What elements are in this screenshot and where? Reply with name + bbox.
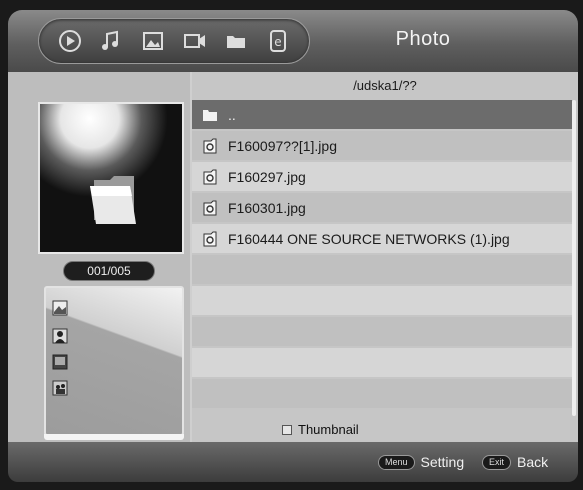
people-thumb-icon <box>52 380 68 396</box>
setting-button[interactable]: Menu Setting <box>378 454 464 470</box>
file-name: F160444 ONE SOURCE NETWORKS (1).jpg <box>228 230 510 247</box>
svg-text:e: e <box>274 35 281 49</box>
landscape-thumb-icon <box>52 300 68 316</box>
preview-panel: 001/005 <box>8 72 190 442</box>
exit-key: Exit <box>482 454 512 470</box>
file-list: .. F160097??[1].jpg F160297.jpg F160301.jpg… <box>192 100 572 416</box>
image-file-icon <box>203 231 217 246</box>
photo-icon[interactable] <box>139 27 167 55</box>
thumbnail-toggle[interactable]: Thumbnail <box>282 422 359 437</box>
empty-row <box>192 348 572 377</box>
image-file-icon <box>203 200 217 215</box>
back-label: Back <box>517 454 549 470</box>
folder-icon[interactable] <box>222 27 250 55</box>
file-row[interactable]: F160444 ONE SOURCE NETWORKS (1).jpg <box>192 224 572 253</box>
file-name: F160297.jpg <box>228 168 306 185</box>
preview-image <box>38 102 184 254</box>
browser-body: 001/005 /udska1/?? .. F160097??[1].jpg F16… <box>8 72 578 442</box>
ebook-icon[interactable]: e <box>264 27 292 55</box>
footer-bar: Menu Setting Exit Back <box>8 442 578 482</box>
image-file-icon <box>203 169 217 184</box>
page-title: Photo <box>395 28 451 50</box>
media-category-bar: e <box>38 18 310 64</box>
file-row[interactable]: .. <box>192 100 572 129</box>
current-path: /udska1/?? <box>353 78 417 93</box>
thumbnail-strip-edge <box>44 434 184 440</box>
empty-row <box>192 286 572 315</box>
file-browser: /udska1/?? .. F160097??[1].jpg F160297.jpg… <box>192 72 578 442</box>
empty-row <box>192 379 572 408</box>
file-row[interactable]: F160297.jpg <box>192 162 572 191</box>
screen-frame: e Photo 001/005 /udska1/?? .. F160097??[… <box>0 0 583 490</box>
music-icon[interactable] <box>97 27 125 55</box>
thumbnail-label: Thumbnail <box>298 422 359 437</box>
image-thumb-icon <box>52 354 68 370</box>
thumbnail-strip <box>44 286 184 436</box>
back-button[interactable]: Exit Back <box>482 454 548 470</box>
portrait-thumb-icon <box>52 328 68 344</box>
folder-icon <box>203 109 217 121</box>
file-counter: 001/005 <box>63 261 155 281</box>
thumbnail-checkbox[interactable] <box>282 424 292 435</box>
empty-row <box>192 317 572 346</box>
header-bar: e Photo <box>8 10 578 72</box>
file-row[interactable]: F160301.jpg <box>192 193 572 222</box>
file-name: F160301.jpg <box>228 199 306 216</box>
file-row[interactable]: F160097??[1].jpg <box>192 131 572 160</box>
setting-label: Setting <box>420 454 465 470</box>
image-file-icon <box>203 138 217 153</box>
video-icon[interactable] <box>181 27 209 55</box>
folder-large-icon <box>90 176 136 224</box>
file-name: F160097??[1].jpg <box>228 137 337 154</box>
file-name: .. <box>228 106 236 123</box>
empty-row <box>192 255 572 284</box>
scrollbar[interactable] <box>572 100 576 416</box>
play-icon[interactable] <box>56 27 84 55</box>
menu-key: Menu <box>378 454 415 470</box>
